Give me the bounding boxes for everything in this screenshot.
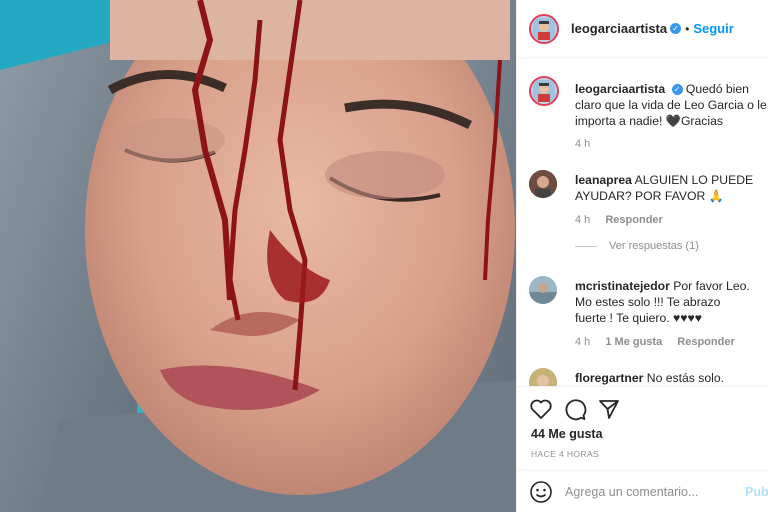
comment-meta: 4 h Responder bbox=[575, 214, 675, 226]
add-comment-bar: Agrega un comentario... Publicar bbox=[517, 470, 768, 512]
caption-username[interactable]: leogarciaartista bbox=[575, 82, 665, 96]
comment-avatar[interactable] bbox=[529, 368, 557, 386]
comment-input[interactable]: Agrega un comentario... bbox=[565, 485, 698, 499]
caption-time[interactable]: 4 h bbox=[575, 138, 590, 150]
reply-button[interactable]: Responder bbox=[605, 214, 662, 226]
verified-icon: ✓ bbox=[670, 23, 682, 34]
share-icon[interactable] bbox=[597, 397, 621, 421]
follow-button[interactable]: Seguir bbox=[693, 21, 733, 36]
post-actions: 44 Me gusta HACE 4 HORAS bbox=[517, 386, 768, 471]
reply-button[interactable]: Responder bbox=[677, 336, 734, 348]
post-photo[interactable] bbox=[0, 0, 516, 512]
verified-icon: ✓ bbox=[671, 84, 683, 95]
view-replies-label[interactable]: Ver respuestas (1) bbox=[609, 240, 699, 252]
comment-username[interactable]: leanaprea bbox=[575, 173, 632, 187]
comment-text: No estás solo. bbox=[646, 371, 725, 385]
caption-meta: 4 h bbox=[575, 138, 602, 150]
comment-text-block: leanaprea ALGUIEN LO PUEDE AYUDAR? POR F… bbox=[575, 172, 768, 204]
author-username[interactable]: leogarciaartista bbox=[571, 21, 667, 36]
replies-divider bbox=[575, 245, 597, 247]
avatar-image bbox=[533, 80, 555, 102]
comment-username[interactable]: mcristinatejedor bbox=[575, 279, 670, 293]
comment-avatar[interactable] bbox=[529, 276, 557, 304]
separator-dot: • bbox=[685, 21, 690, 36]
post-side-panel: leogarciaartista ✓ • Seguir leogarciaart… bbox=[516, 0, 768, 512]
comment-time[interactable]: 4 h bbox=[575, 336, 590, 348]
comment-time[interactable]: 4 h bbox=[575, 214, 590, 226]
heart-icon[interactable] bbox=[529, 397, 553, 421]
avatar-image bbox=[529, 276, 557, 304]
caption-text-block: leogarciaartista ✓ Quedó bien claro que … bbox=[575, 81, 768, 129]
post-timestamp[interactable]: HACE 4 HORAS bbox=[531, 449, 599, 459]
author-avatar[interactable] bbox=[529, 13, 559, 44]
comments-list: leogarciaartista ✓ Quedó bien claro que … bbox=[517, 58, 768, 386]
publish-button[interactable]: Publicar bbox=[745, 485, 768, 499]
emoji-icon[interactable] bbox=[529, 480, 553, 504]
like-count[interactable]: 44 Me gusta bbox=[531, 427, 603, 441]
comment-icon[interactable] bbox=[563, 397, 587, 421]
avatar-image bbox=[533, 17, 555, 40]
caption-avatar[interactable] bbox=[529, 76, 559, 106]
avatar-image bbox=[529, 170, 557, 198]
comment-meta: 4 h 1 Me gusta Responder bbox=[575, 336, 747, 348]
avatar-image bbox=[529, 368, 557, 386]
comment-username[interactable]: floregartner bbox=[575, 371, 643, 385]
header-identity: leogarciaartista ✓ • Seguir bbox=[571, 21, 734, 36]
post-header: leogarciaartista ✓ • Seguir bbox=[517, 0, 768, 58]
comment-text-block: floregartner No estás solo. bbox=[575, 370, 768, 386]
post-photo-image bbox=[0, 0, 516, 512]
comment-text-block: mcristinatejedor Por favor Leo. Mo estes… bbox=[575, 278, 753, 326]
comment-likes[interactable]: 1 Me gusta bbox=[605, 336, 662, 348]
comment-avatar[interactable] bbox=[529, 170, 557, 198]
view-replies[interactable]: Ver respuestas (1) bbox=[575, 240, 699, 252]
